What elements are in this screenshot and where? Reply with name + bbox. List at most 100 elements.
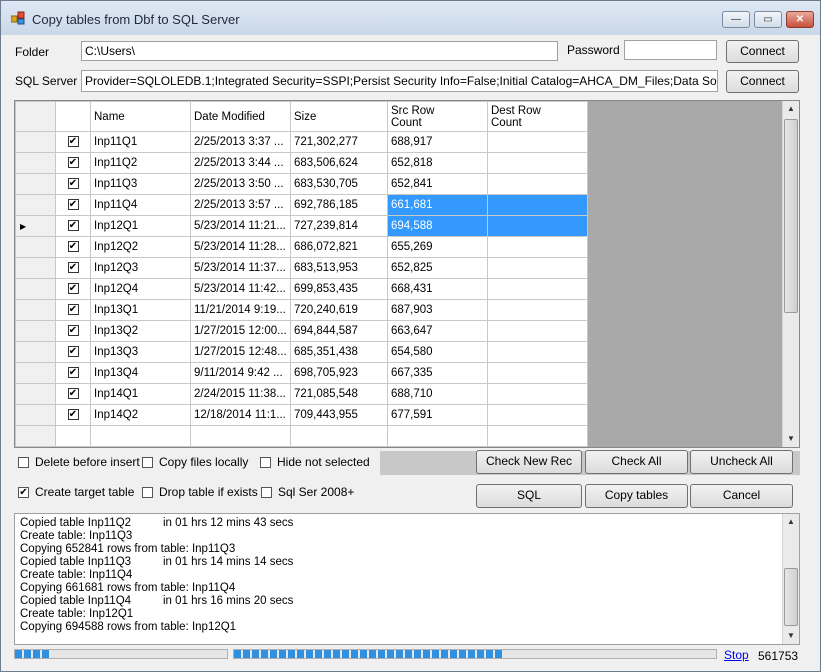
cell-src-row-count[interactable]: 667,335 bbox=[387, 362, 488, 384]
cell-date-modified[interactable]: 1/27/2015 12:00... bbox=[190, 320, 291, 342]
cell-date-modified[interactable]: 2/25/2013 3:44 ... bbox=[190, 152, 291, 174]
log-scroll-up-arrow-icon[interactable]: ▲ bbox=[783, 514, 799, 530]
cell-src-row-count[interactable]: 654,580 bbox=[387, 341, 488, 363]
cell-src-row-count[interactable]: 687,903 bbox=[387, 299, 488, 321]
cell-src-row-count[interactable]: 677,591 bbox=[387, 404, 488, 426]
cell-name[interactable]: Inp12Q4 bbox=[90, 278, 191, 300]
row-header[interactable] bbox=[15, 131, 56, 153]
log-scroll-thumb[interactable] bbox=[784, 568, 798, 626]
cell-name[interactable]: Inp14Q1 bbox=[90, 383, 191, 405]
row-header[interactable] bbox=[15, 236, 56, 258]
cell-date-modified[interactable]: 12/18/2014 11:1... bbox=[190, 404, 291, 426]
cell-date-modified[interactable]: 2/25/2013 3:37 ... bbox=[190, 131, 291, 153]
cell-size[interactable]: 685,351,438 bbox=[290, 341, 388, 363]
row-header[interactable] bbox=[15, 362, 56, 384]
connect-button[interactable]: Connect bbox=[726, 40, 799, 63]
cell-name[interactable]: Inp11Q4 bbox=[90, 194, 191, 216]
row-checkbox[interactable]: ✔ bbox=[67, 304, 79, 316]
cell-size[interactable]: 683,506,624 bbox=[290, 152, 388, 174]
table-row[interactable]: ✔ Inp13Q3 1/27/2015 12:48... 685,351,438 654… bbox=[15, 341, 588, 363]
cell-src-row-count[interactable]: 652,818 bbox=[387, 152, 488, 174]
row-header[interactable] bbox=[15, 194, 56, 216]
row-checkbox-cell[interactable]: ✔ bbox=[55, 236, 91, 258]
table-row[interactable]: ✔ Inp12Q3 5/23/2014 11:37... 683,513,953 652… bbox=[15, 257, 588, 279]
cell-size[interactable]: 727,239,814 bbox=[290, 215, 388, 237]
table-row[interactable]: ✔ Inp12Q4 5/23/2014 11:42... 699,853,435 668… bbox=[15, 278, 588, 300]
row-checkbox[interactable]: ✔ bbox=[67, 136, 79, 148]
scroll-thumb[interactable] bbox=[784, 119, 798, 313]
uncheck-all-button[interactable]: Uncheck All bbox=[690, 450, 793, 474]
table-row[interactable]: ▶ ✔ Inp12Q1 5/23/2014 11:21... 727,239,814 69… bbox=[15, 215, 588, 237]
cell-size[interactable]: 683,530,705 bbox=[290, 173, 388, 195]
row-checkbox-cell[interactable]: ✔ bbox=[55, 152, 91, 174]
row-checkbox-cell[interactable]: ✔ bbox=[55, 299, 91, 321]
row-checkbox-cell[interactable]: ✔ bbox=[55, 257, 91, 279]
tables-grid[interactable]: Name Date Modified Size Src Row Count De… bbox=[14, 100, 800, 448]
cell-dest-row-count[interactable] bbox=[487, 383, 588, 405]
table-row[interactable]: ✔ Inp11Q2 2/25/2013 3:44 ... 683,506,624 652… bbox=[15, 152, 588, 174]
row-checkbox-cell[interactable]: ✔ bbox=[55, 404, 91, 426]
log-vertical-scrollbar[interactable]: ▲ ▼ bbox=[782, 514, 799, 644]
scroll-down-arrow-icon[interactable]: ▼ bbox=[783, 431, 799, 447]
column-header-size[interactable]: Size bbox=[290, 101, 388, 132]
cell-dest-row-count[interactable] bbox=[487, 404, 588, 426]
row-header[interactable] bbox=[15, 173, 56, 195]
cell-name[interactable]: Inp12Q1 bbox=[90, 215, 191, 237]
cell-src-row-count[interactable]: 652,841 bbox=[387, 173, 488, 195]
cell-name[interactable]: Inp13Q1 bbox=[90, 299, 191, 321]
cell-src-row-count[interactable]: 663,647 bbox=[387, 320, 488, 342]
row-checkbox[interactable]: ✔ bbox=[67, 388, 79, 400]
cell-date-modified[interactable]: 2/25/2013 3:50 ... bbox=[190, 173, 291, 195]
cell-name[interactable]: Inp13Q4 bbox=[90, 362, 191, 384]
cell-name[interactable]: Inp12Q2 bbox=[90, 236, 191, 258]
cell-size[interactable]: 692,786,185 bbox=[290, 194, 388, 216]
cell-date-modified[interactable]: 11/21/2014 9:19... bbox=[190, 299, 291, 321]
maximize-button[interactable]: ▭ bbox=[754, 11, 782, 28]
row-checkbox[interactable]: ✔ bbox=[67, 199, 79, 211]
cell-src-row-count[interactable]: 661,681 bbox=[387, 194, 488, 216]
cell-src-row-count[interactable]: 655,269 bbox=[387, 236, 488, 258]
table-row-partial[interactable] bbox=[15, 425, 588, 447]
log-scroll-down-arrow-icon[interactable]: ▼ bbox=[783, 628, 799, 644]
cell-src-row-count[interactable]: 652,825 bbox=[387, 257, 488, 279]
checkbox-box[interactable] bbox=[142, 456, 153, 468]
column-header-name[interactable]: Name bbox=[90, 101, 191, 132]
cell-date-modified[interactable]: 5/23/2014 11:37... bbox=[190, 257, 291, 279]
check-column-header[interactable] bbox=[55, 101, 91, 132]
cell-name[interactable]: Inp13Q2 bbox=[90, 320, 191, 342]
row-checkbox[interactable]: ✔ bbox=[67, 178, 79, 190]
cell-date-modified[interactable]: 5/23/2014 11:28... bbox=[190, 236, 291, 258]
row-checkbox-cell[interactable]: ✔ bbox=[55, 362, 91, 384]
row-checkbox-cell[interactable]: ✔ bbox=[55, 320, 91, 342]
row-checkbox[interactable]: ✔ bbox=[67, 241, 79, 253]
cell-size[interactable]: 721,085,548 bbox=[290, 383, 388, 405]
copy-files-locally-checkbox[interactable]: Copy files locally bbox=[142, 455, 248, 469]
row-header[interactable] bbox=[15, 383, 56, 405]
cell-size[interactable]: 698,705,923 bbox=[290, 362, 388, 384]
stop-link[interactable]: Stop bbox=[724, 648, 749, 662]
create-target-table-checkbox[interactable]: ✔ Create target table bbox=[18, 485, 134, 499]
cell-size[interactable]: 686,072,821 bbox=[290, 236, 388, 258]
sql-button[interactable]: SQL bbox=[476, 484, 582, 508]
copy-tables-button[interactable]: Copy tables bbox=[585, 484, 688, 508]
row-checkbox[interactable]: ✔ bbox=[67, 157, 79, 169]
row-checkbox-cell[interactable]: ✔ bbox=[55, 383, 91, 405]
cell-date-modified[interactable]: 5/23/2014 11:42... bbox=[190, 278, 291, 300]
row-checkbox-cell[interactable]: ✔ bbox=[55, 278, 91, 300]
cell-size[interactable]: 720,240,619 bbox=[290, 299, 388, 321]
log-output[interactable]: ▲ ▼ Copied table Inp11Q2 in 01 hrs 12 mi… bbox=[14, 513, 800, 645]
cell-dest-row-count[interactable] bbox=[487, 152, 588, 174]
cell-date-modified[interactable]: 2/25/2013 3:57 ... bbox=[190, 194, 291, 216]
cell-name[interactable]: Inp11Q1 bbox=[90, 131, 191, 153]
cell-dest-row-count[interactable] bbox=[487, 131, 588, 153]
column-header-dest-row-count[interactable]: Dest Row Count bbox=[487, 101, 588, 132]
table-row[interactable]: ✔ Inp14Q1 2/24/2015 11:38... 721,085,548 688… bbox=[15, 383, 588, 405]
row-header[interactable] bbox=[15, 341, 56, 363]
check-new-rec-button[interactable]: Check New Rec bbox=[476, 450, 582, 474]
cell-date-modified[interactable]: 2/24/2015 11:38... bbox=[190, 383, 291, 405]
cell-size[interactable]: 683,513,953 bbox=[290, 257, 388, 279]
row-checkbox[interactable]: ✔ bbox=[67, 367, 79, 379]
row-checkbox[interactable]: ✔ bbox=[67, 346, 79, 358]
row-checkbox[interactable]: ✔ bbox=[67, 283, 79, 295]
cell-size[interactable]: 694,844,587 bbox=[290, 320, 388, 342]
